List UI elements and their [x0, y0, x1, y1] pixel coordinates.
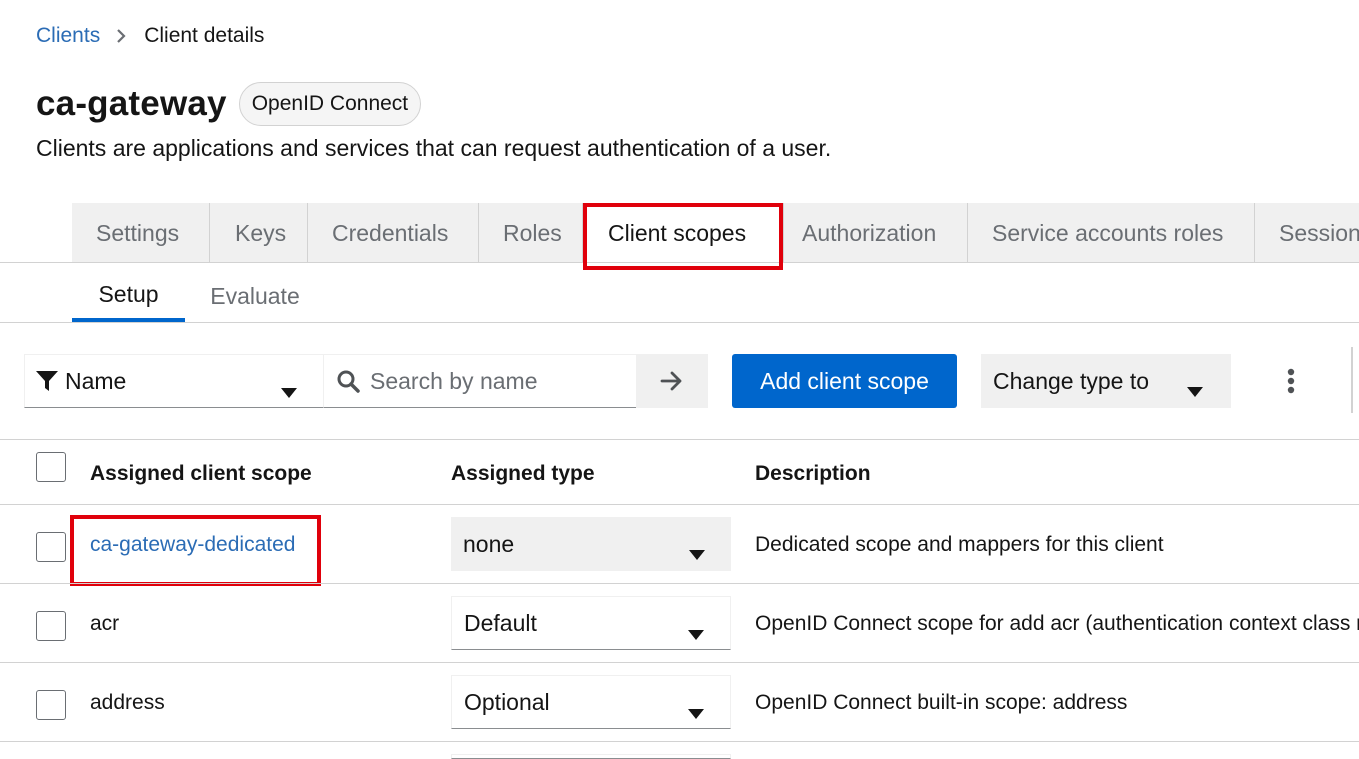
column-header-assigned-client-scope[interactable]: Assigned client scope — [90, 462, 312, 486]
caret-down-icon — [281, 377, 297, 404]
client-scopes-tab-highlight — [583, 203, 783, 270]
client-scope-description: OpenID Connect scope for add acr (authen… — [755, 612, 1359, 635]
subtab-setup[interactable]: Setup — [72, 270, 185, 322]
table-row-border — [0, 662, 1359, 663]
tab-settings[interactable]: Settings — [72, 203, 210, 263]
table-row-border — [0, 741, 1359, 742]
caret-down-icon — [689, 539, 705, 566]
kebab-icon — [1287, 368, 1295, 394]
table-header-border — [0, 504, 1359, 505]
breadcrumb-current: Client details — [144, 24, 265, 47]
toolbar-divider — [1351, 347, 1353, 413]
filter-icon — [35, 369, 59, 393]
tab-keys[interactable]: Keys — [210, 203, 308, 263]
assigned-type-select[interactable]: Optional — [451, 675, 731, 729]
search-submit-button[interactable] — [636, 354, 708, 408]
dedicated-scope-highlight — [70, 515, 321, 586]
table-row-border — [0, 583, 1359, 584]
change-type-label: Change type to — [993, 367, 1150, 394]
protocol-badge: OpenID Connect — [238, 82, 422, 126]
caret-down-icon — [688, 619, 704, 646]
chevron-right-icon — [116, 29, 126, 43]
kebab-menu-button[interactable] — [1276, 362, 1306, 400]
breadcrumb-clients-link[interactable]: Clients — [36, 24, 100, 48]
assigned-type-select[interactable]: none — [451, 517, 731, 571]
client-scope-name: address — [90, 691, 165, 714]
assigned-type-select[interactable] — [451, 754, 731, 759]
subtab-evaluate[interactable]: Evaluate — [185, 270, 325, 322]
search-icon — [336, 369, 360, 393]
row-checkbox[interactable] — [36, 532, 66, 562]
client-scope-description: Dedicated scope and mappers for this cli… — [755, 533, 1164, 556]
filter-attribute-label: Name — [65, 367, 127, 394]
subtabs-divider — [0, 322, 1359, 323]
search-input[interactable] — [370, 367, 630, 395]
assigned-type-value: Default — [464, 609, 537, 636]
row-checkbox[interactable] — [36, 690, 66, 720]
breadcrumb: Clients Client details — [36, 22, 264, 50]
assigned-type-value: Optional — [464, 688, 550, 715]
add-client-scope-button[interactable]: Add client scope — [732, 354, 957, 408]
page-title: ca-gateway — [36, 84, 227, 123]
search-box — [324, 354, 636, 408]
column-header-assigned-type[interactable]: Assigned type — [451, 462, 595, 486]
tab-service-accounts-roles[interactable]: Service accounts roles — [968, 203, 1255, 263]
select-all-checkbox[interactable] — [36, 452, 66, 482]
page-header: ca-gateway OpenID Connect — [36, 82, 422, 126]
tab-sessions[interactable]: Sessions — [1255, 203, 1359, 263]
caret-down-icon — [1187, 376, 1203, 403]
column-header-description: Description — [755, 462, 871, 485]
client-scope-description: OpenID Connect built-in scope: address — [755, 691, 1128, 714]
tab-credentials[interactable]: Credentials — [308, 203, 479, 263]
page-description: Clients are applications and services th… — [36, 135, 832, 161]
row-checkbox[interactable] — [36, 611, 66, 641]
assigned-type-value: none — [463, 530, 515, 557]
filter-attribute-select[interactable]: Name — [24, 354, 324, 408]
assigned-type-select[interactable]: Default — [451, 596, 731, 650]
change-type-dropdown[interactable]: Change type to — [981, 354, 1231, 408]
arrow-right-icon — [660, 370, 684, 392]
caret-down-icon — [688, 698, 704, 725]
tab-authorization[interactable]: Authorization — [783, 203, 968, 263]
toolbar-bottom-border — [0, 439, 1359, 440]
client-scope-name: acr — [90, 612, 120, 635]
tab-roles[interactable]: Roles — [479, 203, 583, 263]
